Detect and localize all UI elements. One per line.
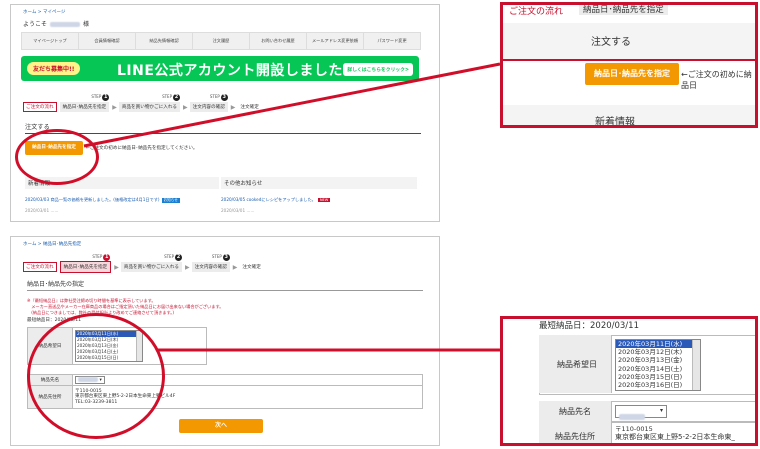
connector-line-top xyxy=(83,62,501,148)
connector-lines xyxy=(83,62,501,352)
